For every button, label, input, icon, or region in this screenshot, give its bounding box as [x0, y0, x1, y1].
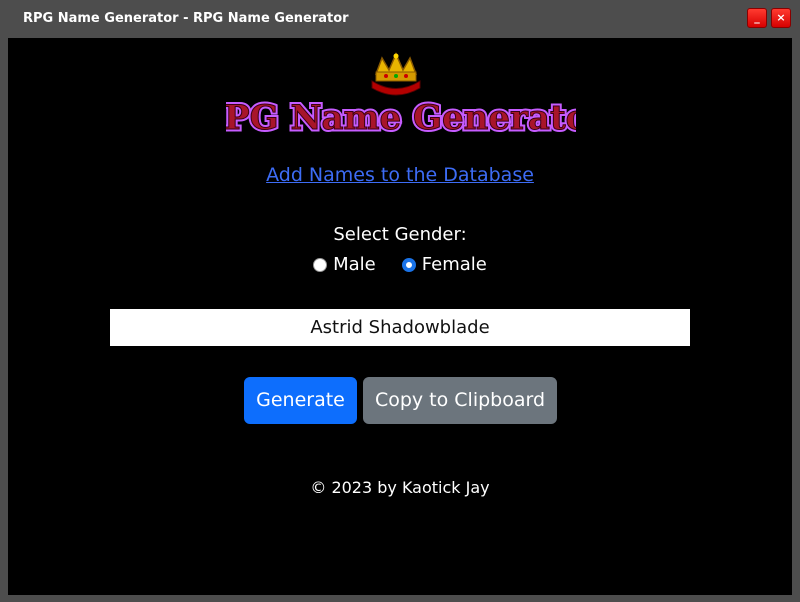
- male-radio[interactable]: [313, 257, 328, 272]
- add-names-link[interactable]: Add Names to the Database: [8, 164, 792, 186]
- main-content: RPG Name Generator RPG Name Generator Ad…: [8, 38, 792, 595]
- app-window: RPG Name Generator - RPG Name Generator …: [0, 0, 800, 602]
- close-button[interactable]: ×: [771, 8, 791, 28]
- generated-name-field[interactable]: Astrid Shadowblade: [110, 309, 690, 346]
- gender-label: Select Gender:: [333, 224, 467, 245]
- logo-text-fill: RPG Name Generator: [226, 98, 576, 138]
- app-logo: RPG Name Generator RPG Name Generator: [226, 52, 576, 141]
- male-radio-label: Male: [333, 254, 376, 275]
- window-title: RPG Name Generator - RPG Name Generator: [23, 11, 349, 26]
- gender-option-female[interactable]: Female: [401, 254, 487, 275]
- female-radio-label: Female: [421, 254, 487, 275]
- copy-to-clipboard-button[interactable]: Copy to Clipboard: [363, 377, 557, 424]
- copyright-footer: © 2023 by Kaotick Jay: [310, 478, 490, 497]
- gender-radio-group: Male Female: [8, 254, 792, 275]
- generate-button[interactable]: Generate: [244, 377, 357, 424]
- gender-option-male[interactable]: Male: [313, 254, 376, 275]
- title-bar[interactable]: RPG Name Generator - RPG Name Generator …: [0, 0, 800, 38]
- female-radio[interactable]: [401, 257, 416, 272]
- crown-icon: [371, 52, 421, 96]
- minimize-button[interactable]: _: [747, 8, 767, 28]
